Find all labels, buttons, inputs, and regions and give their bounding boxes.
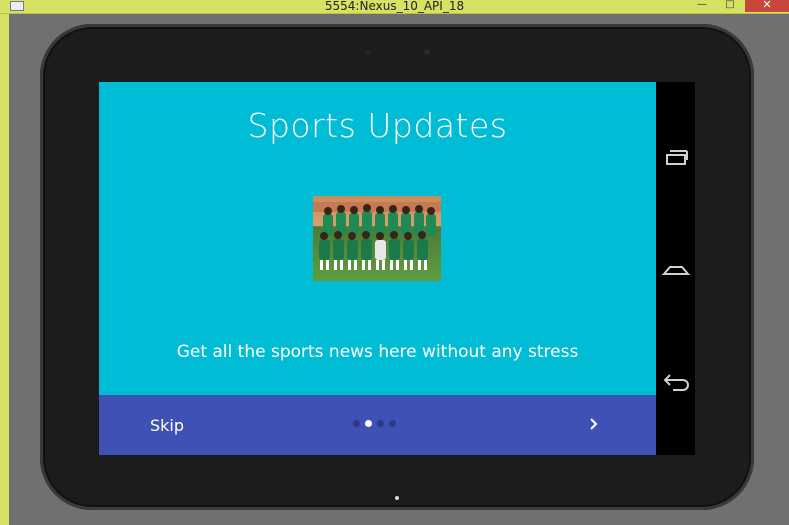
front-camera [424,49,430,55]
recents-icon [666,150,688,165]
home-button[interactable] [661,256,691,280]
back-icon [663,374,689,391]
window-title: 5554:Nexus_10_API_18 [324,0,465,13]
back-button[interactable] [661,368,691,392]
page-dot-2-active [365,420,372,427]
app-screen: Sports Updates Get all the sports news h… [99,82,656,455]
onboarding-bottom-bar: Skip [99,395,656,455]
window-left-edge [0,14,9,525]
sensor-dot [366,51,370,55]
system-nav-bar [656,82,695,455]
page-title: Sports Updates [247,106,508,145]
next-button[interactable] [587,413,601,435]
close-button[interactable]: ✕ [745,0,789,12]
page-indicator [353,420,401,428]
status-led [395,496,399,500]
recents-button[interactable] [661,144,691,168]
page-dot-4 [389,420,396,427]
page-dot-1 [353,420,360,427]
skip-button[interactable]: Skip [150,416,184,435]
team-photo [313,196,441,281]
home-icon [661,266,691,275]
chevron-right-icon [590,418,598,430]
maximize-button[interactable]: □ [718,0,742,12]
page-dot-3 [377,420,384,427]
minimize-button[interactable]: — [690,0,714,12]
window-titlebar: 5554:Nexus_10_API_18 — □ ✕ [0,0,789,14]
onboarding-description: Get all the sports news here without any… [176,342,579,362]
